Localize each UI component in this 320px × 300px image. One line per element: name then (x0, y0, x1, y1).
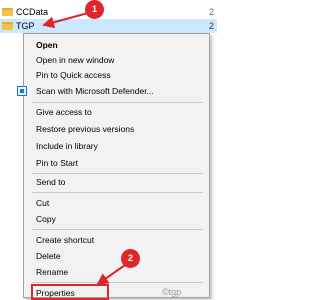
menu-item-pin-to-quick-access[interactable]: Pin to Quick access (25, 68, 208, 82)
menu-item-label: Scan with Microsoft Defender... (36, 86, 154, 96)
properties-highlight-box (31, 284, 109, 300)
menu-separator (32, 229, 203, 230)
menu-item-give-access-to[interactable]: Give access to (25, 105, 208, 119)
menu-item-restore-previous-versions[interactable]: Restore previous versions (25, 122, 208, 136)
menu-separator (32, 102, 203, 103)
menu-item-scan-with-defender[interactable]: Scan with Microsoft Defender... (17, 84, 208, 98)
menu-item-rename[interactable]: Rename (25, 265, 208, 279)
folder-icon (2, 8, 13, 16)
step-1-badge: 1 (85, 0, 104, 19)
menu-separator (32, 173, 203, 174)
menu-item-open-in-new-window[interactable]: Open in new window (25, 53, 208, 67)
menu-item-create-shortcut[interactable]: Create shortcut (25, 233, 208, 247)
file-date: 2 (209, 7, 215, 17)
menu-item-pin-to-start[interactable]: Pin to Start (25, 156, 208, 170)
menu-item-copy[interactable]: Copy (25, 212, 208, 226)
step-2-badge: 2 (121, 249, 140, 268)
folder-icon (2, 22, 13, 30)
menu-item-send-to[interactable]: Send to (25, 175, 208, 189)
menu-item-cut[interactable]: Cut (25, 196, 208, 210)
watermark: ©tgp (162, 287, 182, 297)
file-row-ccdata[interactable]: CCData 2 (0, 5, 217, 19)
file-row-tgp[interactable]: TGP 2 (0, 19, 217, 33)
menu-separator (32, 192, 203, 193)
context-menu: Open Open in new window Pin to Quick acc… (17, 33, 210, 298)
menu-item-delete[interactable]: Delete (25, 249, 208, 263)
menu-item-open[interactable]: Open (25, 38, 208, 52)
file-name: CCData (16, 7, 49, 17)
file-name: TGP (16, 21, 35, 31)
file-date: 2 (209, 21, 215, 31)
menu-item-include-in-library[interactable]: Include in library (25, 139, 208, 153)
defender-shield-icon (17, 86, 27, 96)
menu-separator (32, 282, 203, 283)
